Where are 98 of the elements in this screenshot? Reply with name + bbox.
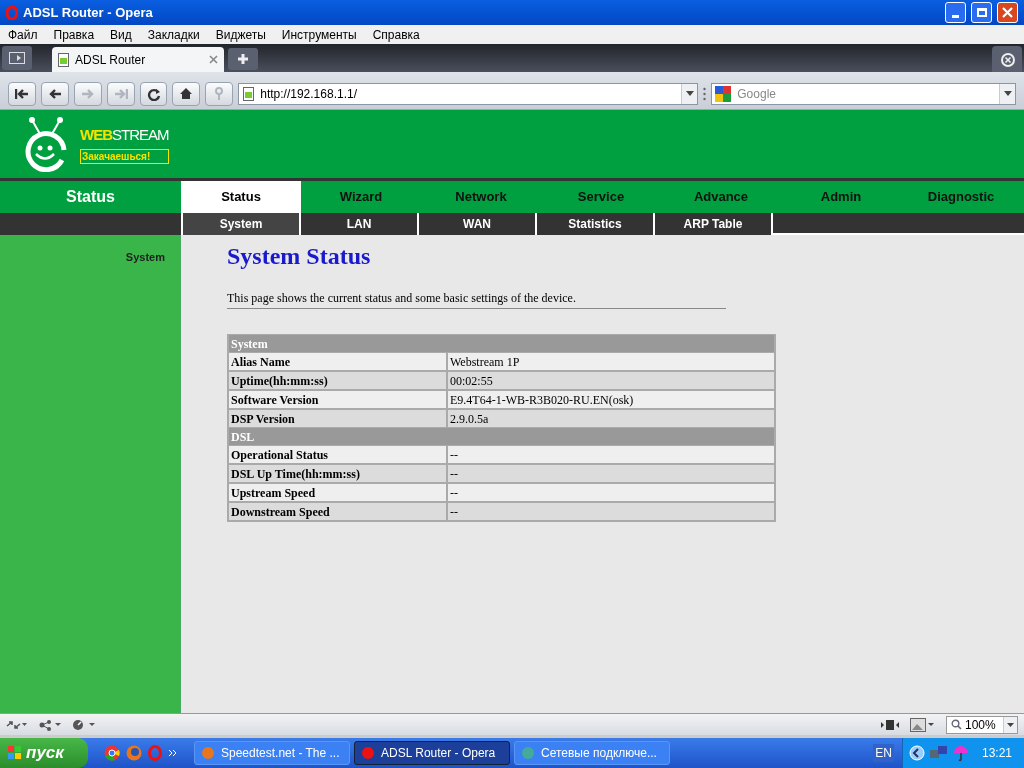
maximize-button[interactable] <box>971 2 992 23</box>
key-icon <box>214 86 225 101</box>
reload-button[interactable] <box>139 81 168 106</box>
table-section-header: System <box>229 335 774 352</box>
table-cell: Operational Status <box>229 446 446 463</box>
nav-tab[interactable]: Admin <box>781 181 901 213</box>
page-icon <box>58 52 69 67</box>
app-icon <box>521 746 535 760</box>
sub-nav-tab[interactable]: WAN <box>417 213 535 235</box>
table-cell: -- <box>448 484 774 501</box>
table-cell: DSP Version <box>229 410 446 427</box>
logo-word: WEB <box>80 125 112 146</box>
table-cell: -- <box>448 465 774 482</box>
table-section-header: DSL <box>229 428 774 445</box>
table-cell: Software Version <box>229 391 446 408</box>
panel-toggle-button[interactable] <box>2 46 32 70</box>
page-fit-icon[interactable] <box>880 718 900 731</box>
table-cell: Alias Name <box>229 353 446 370</box>
dropdown-icon[interactable] <box>1003 716 1017 733</box>
nav-tab[interactable]: Service <box>541 181 661 213</box>
menu-item[interactable]: Виджеты <box>207 25 274 44</box>
menu-item[interactable]: Закладки <box>139 25 208 44</box>
chevron-icon[interactable] <box>168 749 178 757</box>
menu-item[interactable]: Справка <box>364 25 428 44</box>
minimize-button[interactable] <box>945 2 966 23</box>
zoom-field[interactable]: 100% <box>946 715 1018 734</box>
table-cell: Uptime(hh:mm:ss) <box>229 372 446 389</box>
fast-forward-icon <box>113 87 128 100</box>
table-cell: -- <box>448 446 774 463</box>
windows-logo-icon <box>8 746 22 760</box>
close-tab-icon[interactable] <box>209 55 218 64</box>
menu-item[interactable]: Файл <box>0 25 46 44</box>
sub-nav-tab[interactable]: LAN <box>299 213 417 235</box>
sub-nav-tab[interactable]: System <box>181 213 299 235</box>
nav-tab[interactable]: Wizard <box>301 181 421 213</box>
panel-icon <box>9 52 25 64</box>
clock: 13:21 <box>980 745 1013 762</box>
arrows-dropdown-icon[interactable] <box>6 719 28 730</box>
sidebar-link[interactable]: System <box>125 249 165 266</box>
new-tab-button[interactable] <box>228 48 258 70</box>
dropdown-icon[interactable] <box>999 83 1015 104</box>
close-button[interactable] <box>997 2 1018 23</box>
closed-tabs-button[interactable] <box>992 46 1022 72</box>
table-cell: 2.9.0.5a <box>448 410 774 427</box>
menu-item[interactable]: Вид <box>102 25 140 44</box>
rewind-button[interactable] <box>8 81 36 106</box>
page-description: This page shows the current status and some basic settings of the device. <box>227 289 726 309</box>
chrome-logo-icon[interactable] <box>104 745 120 761</box>
taskbar-button[interactable]: Сетевые подключе... <box>514 741 670 765</box>
nav-tab[interactable]: Status <box>181 181 301 213</box>
sub-nav-tab[interactable]: Statistics <box>535 213 653 235</box>
app-icon <box>361 746 375 760</box>
address-field[interactable]: http://192.168.1.1/ <box>238 82 699 105</box>
table-cell: E9.4T64-1-WB-R3B020-RU.EN(osk) <box>448 391 774 408</box>
speedometer-dropdown-icon[interactable] <box>72 718 96 731</box>
undo-close-icon <box>998 50 1016 68</box>
nav-tab[interactable]: Advance <box>661 181 781 213</box>
grip-icon[interactable] <box>703 86 707 101</box>
umbrella-icon[interactable] <box>952 745 969 761</box>
forward-icon <box>80 87 95 100</box>
back-icon <box>47 87 62 100</box>
app-icon <box>201 746 215 760</box>
language-indicator[interactable]: EN <box>873 744 894 762</box>
image-dropdown-icon[interactable] <box>910 717 936 732</box>
table-cell: -- <box>448 503 774 520</box>
section-title: Status <box>65 187 116 207</box>
search-engine-icon <box>715 85 732 102</box>
chevron-left-icon[interactable] <box>908 745 925 761</box>
menu-item[interactable]: Инструменты <box>273 25 365 44</box>
table-cell: DSL Up Time(hh:mm:ss) <box>229 465 446 482</box>
table-cell: 00:02:55 <box>448 372 774 389</box>
logo-slogan: Закачаешься! <box>80 148 169 164</box>
page-icon <box>243 86 255 101</box>
nav-tab[interactable]: Network <box>421 181 541 213</box>
nav-tab[interactable]: Diagnostic <box>901 181 1021 213</box>
window-title: ADSL Router - Opera <box>23 3 154 22</box>
dropdown-icon[interactable] <box>681 83 698 104</box>
network-dropdown-icon[interactable] <box>38 718 62 731</box>
browser-tab[interactable]: ADSL Router <box>52 47 224 72</box>
taskbar-button[interactable]: ADSL Router - Opera <box>354 741 510 765</box>
table-cell: Upstream Speed <box>229 484 446 501</box>
rewind-icon <box>14 87 29 100</box>
plus-icon <box>237 53 249 65</box>
table-cell: Webstream 1P <box>448 353 774 370</box>
home-button[interactable] <box>172 81 201 106</box>
search-field[interactable]: Google <box>711 82 1016 105</box>
logo-word: STREAM <box>112 125 169 146</box>
reload-icon <box>146 86 161 101</box>
taskbar-button[interactable]: Speedtest.net - The ... <box>194 741 350 765</box>
menu-item[interactable]: Правка <box>45 25 103 44</box>
table-cell: Downstream Speed <box>229 503 446 520</box>
page-heading: System Status <box>227 242 372 271</box>
search-icon <box>951 719 962 730</box>
sub-nav-tab[interactable]: ARP Table <box>653 213 771 235</box>
home-icon <box>179 87 194 100</box>
close-icon <box>1002 7 1013 18</box>
opera-logo-icon <box>6 5 18 20</box>
back-button[interactable] <box>40 81 69 106</box>
